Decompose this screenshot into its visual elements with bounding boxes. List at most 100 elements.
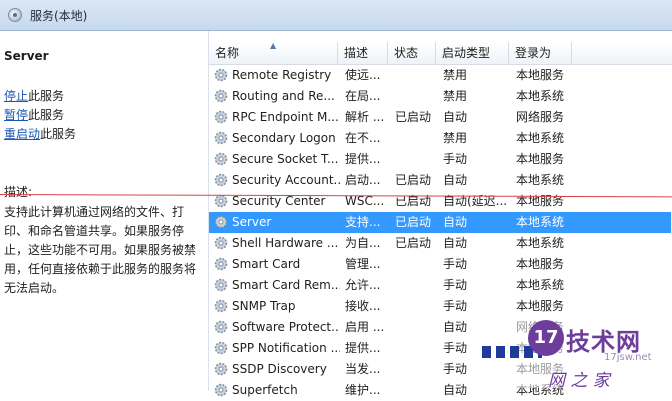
service-desc: 为自...	[345, 236, 381, 250]
service-name: Secure Socket T...	[232, 152, 339, 166]
watermark-corner: 网 之 家	[548, 371, 610, 391]
service-name: Security Account...	[232, 173, 340, 187]
restart-service-link[interactable]: 重启动	[4, 127, 40, 141]
service-logon: 本地系统	[516, 215, 565, 229]
window-title: 服务(本地)	[30, 9, 88, 23]
service-row[interactable]: Security Account... 启动... 已启动 自动 本地系统	[209, 170, 671, 191]
service-name: Routing and Re...	[232, 89, 335, 103]
action-suffix: 此服务	[28, 108, 65, 122]
service-desc: 当发...	[345, 362, 381, 376]
service-name: Remote Registry	[232, 68, 332, 82]
service-startup: 手动	[443, 152, 468, 166]
service-row[interactable]: Server 支持... 已启动 自动 本地系统	[209, 212, 671, 233]
service-name: Smart Card	[232, 257, 301, 271]
service-status	[395, 359, 439, 380]
service-status	[395, 317, 439, 338]
service-status: 已启动	[395, 215, 432, 229]
service-logon: 本地服务	[516, 299, 565, 313]
column-header-description[interactable]: 描述	[338, 42, 388, 64]
service-status	[395, 275, 439, 296]
service-row[interactable]: Shell Hardware ... 为自... 已启动 自动 本地系统	[209, 233, 671, 254]
service-row[interactable]: Secondary Logon 在不... 禁用 本地系统	[209, 128, 671, 149]
service-desc: 接收...	[345, 299, 381, 313]
service-gear-icon	[214, 257, 228, 271]
service-status: 已启动	[395, 194, 432, 208]
service-status: 已启动	[395, 173, 432, 187]
service-startup: 手动	[443, 278, 468, 292]
service-gear-icon	[214, 194, 228, 208]
service-status	[395, 65, 439, 86]
service-gear-icon	[214, 173, 228, 187]
service-logon: 本地系统	[516, 278, 565, 292]
description-line: 无法启动。	[4, 281, 65, 295]
column-header-logon-as[interactable]: 登录为	[509, 42, 572, 64]
stop-service-link[interactable]: 停止	[4, 89, 28, 103]
sort-ascending-icon: ▲	[270, 41, 277, 50]
column-header-startup-type[interactable]: 启动类型	[436, 42, 509, 64]
service-name: SPP Notification ...	[232, 341, 340, 355]
service-gear-icon	[214, 89, 228, 103]
description-line: 印、和命名管道共享。如果服务停	[4, 224, 185, 238]
service-gear-icon	[214, 236, 228, 250]
description-line: 用，任何直接依赖于此服务的服务将	[4, 262, 197, 276]
service-gear-icon	[214, 278, 228, 292]
service-startup: 自动	[443, 236, 468, 250]
service-desc: WSC...	[345, 194, 385, 208]
service-row[interactable]: Smart Card 管理... 手动 本地服务	[209, 254, 671, 275]
service-gear-icon	[214, 341, 228, 355]
description-line: 支持此计算机通过网络的文件、打	[4, 205, 185, 219]
service-gear-icon	[214, 299, 228, 313]
service-gear-icon	[214, 131, 228, 145]
service-startup: 手动	[443, 257, 468, 271]
service-logon: 本地服务	[516, 194, 565, 208]
watermark-logo: 17	[528, 320, 564, 356]
selected-service-name: Server	[4, 49, 49, 63]
service-startup: 自动	[443, 110, 468, 124]
service-desc: 启用 ...	[345, 320, 385, 334]
service-status	[395, 296, 439, 317]
window-title-bar: 服务(本地)	[0, 0, 672, 31]
service-desc: 启动...	[345, 173, 381, 187]
service-row[interactable]: RPC Endpoint M... 解析 ... 已启动 自动 网络服务	[209, 107, 671, 128]
service-description-pane: Server 停止此服务 暂停此服务 重启动此服务 描述: 支持此计算机通过网络…	[0, 31, 209, 391]
service-gear-icon	[214, 383, 228, 397]
service-row[interactable]: Routing and Re... 在局... 禁用 本地系统	[209, 86, 671, 107]
services-gear-icon	[8, 8, 22, 22]
service-desc: 在局...	[345, 89, 381, 103]
service-logon: 本地系统	[516, 173, 565, 187]
action-suffix: 此服务	[40, 127, 77, 141]
service-desc: 提供...	[345, 152, 381, 166]
service-startup: 手动	[443, 299, 468, 313]
service-row[interactable]: SNMP Trap 接收... 手动 本地服务	[209, 296, 671, 317]
service-startup: 自动	[443, 215, 468, 229]
column-header-status[interactable]: 状态	[388, 42, 436, 64]
service-name: Secondary Logon	[232, 131, 336, 145]
service-desc: 解析 ...	[345, 110, 385, 124]
service-gear-icon	[214, 110, 228, 124]
description-line: 止，这些功能不可用。如果服务被禁	[4, 243, 197, 257]
service-row[interactable]: Remote Registry 使远... 禁用 本地服务	[209, 65, 671, 86]
service-gear-icon	[214, 68, 228, 82]
service-status: 已启动	[395, 110, 432, 124]
service-name: Shell Hardware ...	[232, 236, 339, 250]
services-list-header: 名称 描述 状态 启动类型 登录为	[209, 42, 672, 65]
service-name: RPC Endpoint M...	[232, 110, 339, 124]
service-desc: 使远...	[345, 68, 381, 82]
service-status	[395, 254, 439, 275]
service-startup: 自动	[443, 173, 468, 187]
service-gear-icon	[214, 152, 228, 166]
service-status	[395, 128, 439, 149]
service-startup: 禁用	[443, 68, 468, 82]
description-text: 支持此计算机通过网络的文件、打 印、和命名管道共享。如果服务停 止，这些功能不可…	[4, 203, 202, 298]
service-row[interactable]: Secure Socket T... 提供... 手动 本地服务	[209, 149, 671, 170]
service-logon: 本地系统	[516, 236, 565, 250]
service-row[interactable]: Smart Card Rem... 允许... 手动 本地系统	[209, 275, 671, 296]
service-status	[395, 149, 439, 170]
service-status	[395, 86, 439, 107]
service-desc: 管理...	[345, 257, 381, 271]
pause-service-link[interactable]: 暂停	[4, 108, 28, 122]
service-name: SNMP Trap	[232, 299, 296, 313]
action-restart: 重启动此服务	[4, 125, 76, 142]
service-desc: 允许...	[345, 278, 381, 292]
watermark-url: 17jsw.net	[604, 352, 652, 363]
